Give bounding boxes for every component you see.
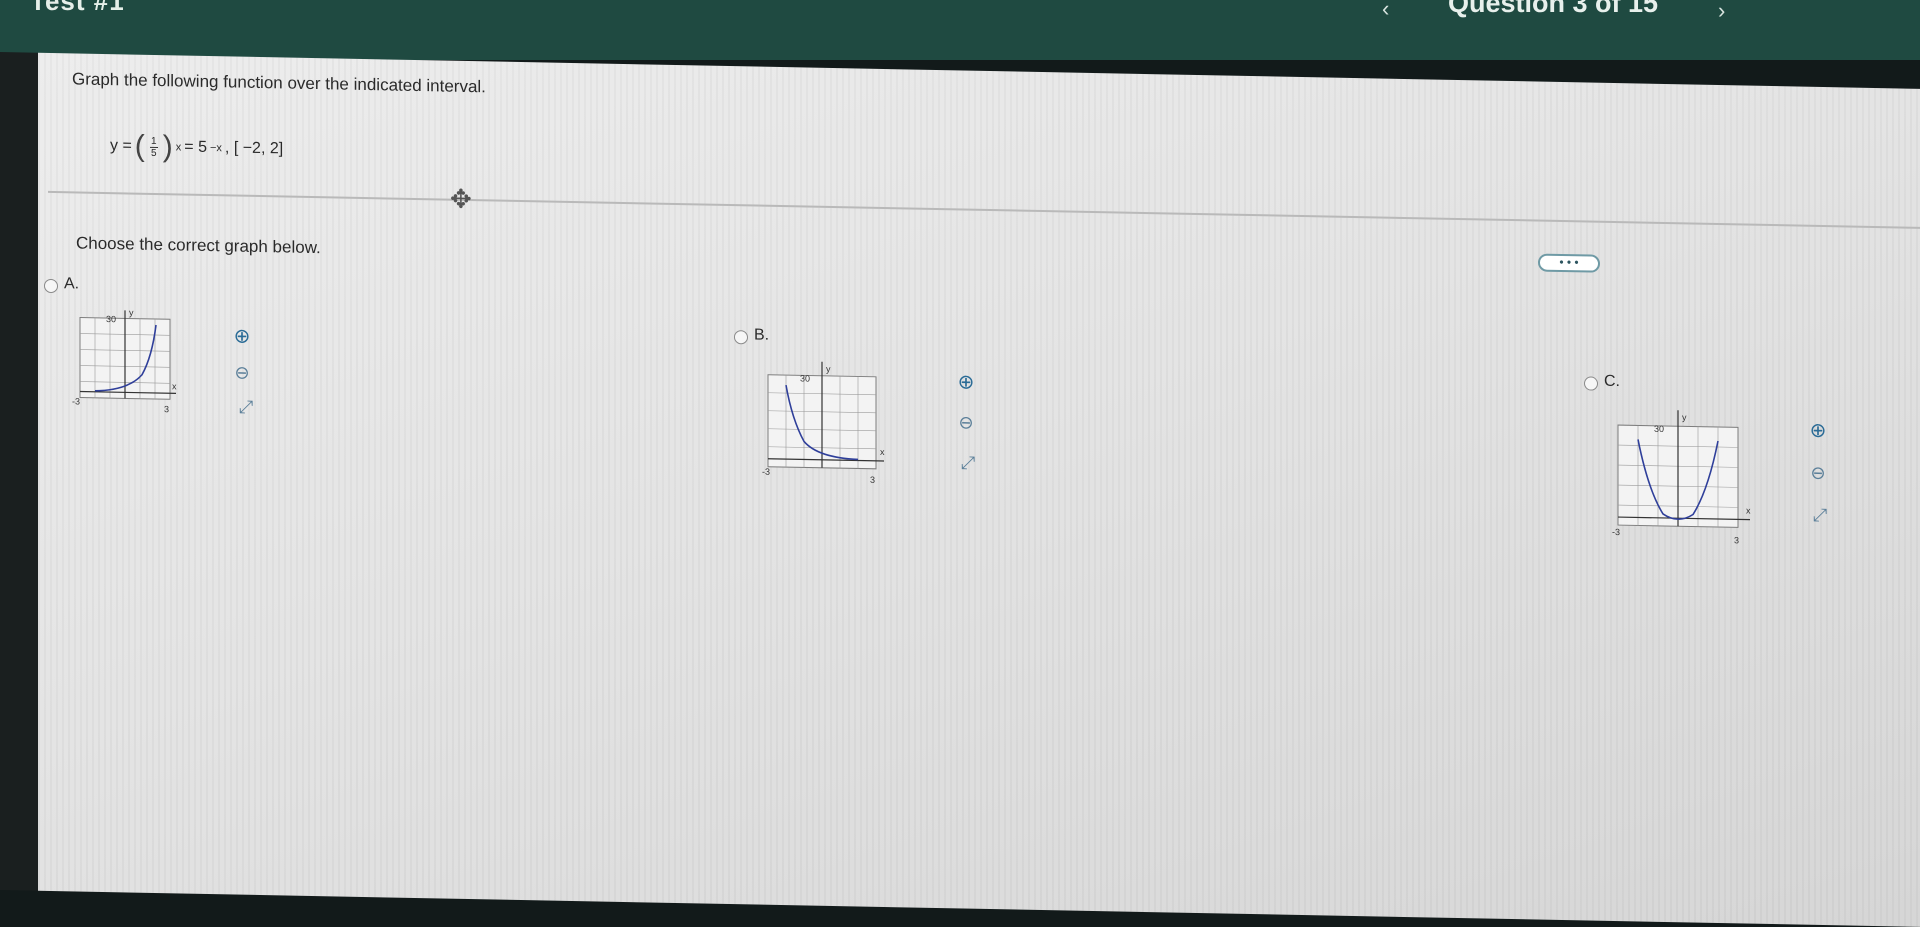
option-a-label: A.: [64, 275, 80, 293]
y-axis-label: y: [1682, 412, 1687, 422]
y-axis-label: y: [129, 307, 134, 317]
move-icon[interactable]: ✥: [450, 184, 476, 214]
divider: [48, 190, 1920, 230]
question-prompt: Graph the following function over the in…: [72, 69, 486, 97]
y-tick-label: 30: [800, 373, 810, 383]
expand-icon[interactable]: ⤢: [1808, 503, 1832, 527]
x-min-label: -3: [1612, 527, 1620, 537]
more-button[interactable]: • • •: [1538, 253, 1600, 273]
zoom-out-icon[interactable]: ⊖: [230, 360, 254, 384]
zoom-in-icon[interactable]: ⊕: [230, 324, 254, 348]
graph-option-b: y 30 x -3 3: [758, 351, 908, 499]
y-tick-label: 30: [1654, 424, 1664, 434]
expand-icon[interactable]: ⤢: [956, 450, 980, 474]
equation-equals: = 5: [184, 138, 207, 156]
fraction-numerator: 1: [151, 135, 157, 147]
x-max-label: 3: [1734, 535, 1739, 545]
x-axis-label: x: [1746, 506, 1751, 516]
equation-lhs: y =: [110, 137, 132, 155]
radio-option-c[interactable]: [1584, 376, 1598, 391]
function-equation: y = ( 1 5 ) x = 5 −x , [ −2, 2]: [110, 129, 283, 166]
radio-option-a[interactable]: [44, 278, 58, 294]
graph-option-c-svg: y 30 x -3 3: [1612, 410, 1751, 545]
y-axis-label: y: [826, 364, 831, 374]
question-counter: Question 3 of 15: [1448, 0, 1659, 18]
option-b-label: B.: [754, 326, 770, 344]
left-paren: (: [134, 129, 145, 163]
radio-option-b[interactable]: [734, 330, 748, 345]
question-panel: Graph the following function over the in…: [0, 52, 1920, 927]
x-min-label: -3: [762, 467, 770, 477]
graph-option-a-svg: y 30 x -3 3: [72, 307, 177, 414]
exponent-x: x: [175, 141, 182, 154]
x-axis-label: x: [880, 447, 885, 457]
right-paren: ): [162, 130, 173, 164]
graph-option-a: y 30 x -3 3: [68, 303, 188, 430]
previous-question-button[interactable]: ‹: [1382, 0, 1389, 22]
x-axis-label: x: [172, 381, 177, 391]
zoom-out-icon[interactable]: ⊖: [954, 410, 978, 434]
exponent-neg-x: −x: [209, 142, 222, 155]
zoom-in-icon[interactable]: ⊕: [1806, 419, 1830, 443]
header-bar: Test #1 ‹ Question 3 of 15 ›: [0, 0, 1920, 60]
option-c-label: C.: [1604, 372, 1620, 391]
test-title: Test #1: [30, 0, 125, 16]
y-tick-label: 30: [106, 314, 116, 324]
expand-icon[interactable]: ⤢: [234, 394, 258, 418]
next-question-button[interactable]: ›: [1718, 0, 1725, 24]
fraction: 1 5: [149, 135, 158, 159]
fraction-denominator: 5: [151, 147, 157, 159]
zoom-out-icon[interactable]: ⊖: [1806, 461, 1830, 485]
x-min-label: -3: [72, 396, 80, 406]
x-max-label: 3: [870, 475, 875, 485]
graph-option-b-svg: y 30 x -3 3: [762, 361, 885, 485]
graph-option-c: y 30 x -3 3: [1608, 399, 1768, 557]
x-max-label: 3: [164, 404, 169, 414]
equation-interval: , [ −2, 2]: [224, 139, 284, 158]
choose-instruction: Choose the correct graph below.: [76, 233, 321, 258]
zoom-in-icon[interactable]: ⊕: [954, 370, 978, 394]
